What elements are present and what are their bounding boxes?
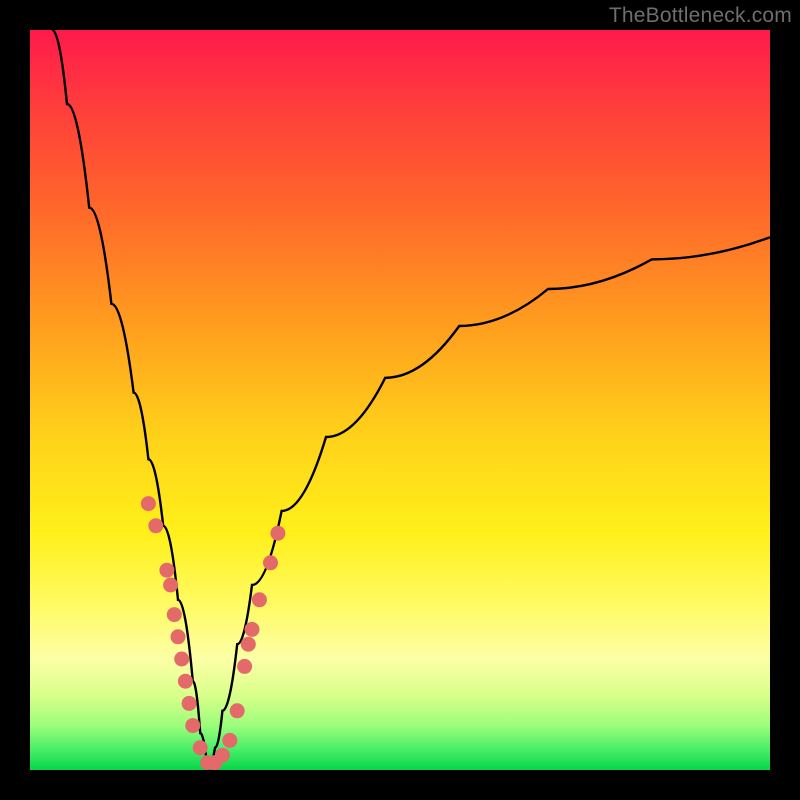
data-point bbox=[230, 703, 245, 718]
data-point bbox=[182, 696, 197, 711]
data-point bbox=[222, 733, 237, 748]
data-point bbox=[193, 740, 208, 755]
data-point bbox=[141, 496, 156, 511]
data-point bbox=[167, 607, 182, 622]
data-point bbox=[159, 563, 174, 578]
chart-stage: TheBottleneck.com bbox=[0, 0, 800, 800]
data-point bbox=[171, 629, 186, 644]
data-point bbox=[252, 592, 267, 607]
data-point bbox=[241, 637, 256, 652]
data-point bbox=[270, 526, 285, 541]
plot-area bbox=[30, 30, 770, 770]
watermark-text: TheBottleneck.com bbox=[609, 4, 792, 28]
data-point bbox=[237, 659, 252, 674]
data-point bbox=[163, 578, 178, 593]
data-point bbox=[245, 622, 260, 637]
data-point bbox=[174, 652, 189, 667]
data-point bbox=[148, 518, 163, 533]
data-point bbox=[263, 555, 278, 570]
data-point bbox=[185, 718, 200, 733]
bottleneck-curve bbox=[30, 30, 770, 770]
data-point bbox=[215, 748, 230, 763]
data-point bbox=[178, 674, 193, 689]
